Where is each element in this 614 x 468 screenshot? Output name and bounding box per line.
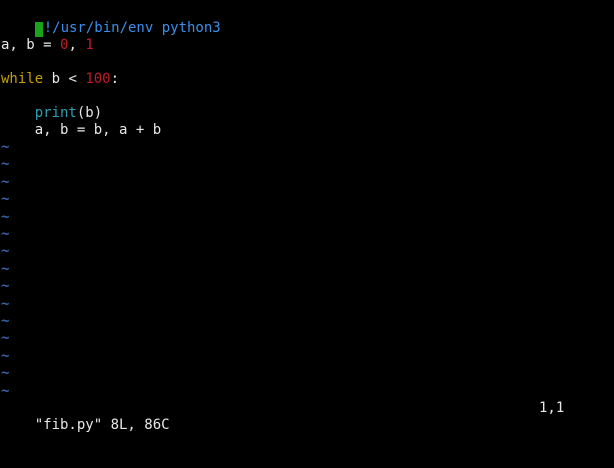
tilde-empty-line: ~ bbox=[1, 174, 10, 190]
tilde-empty-line: ~ bbox=[1, 139, 10, 155]
while-keyword: while bbox=[1, 71, 44, 87]
tilde-empty-line: ~ bbox=[1, 313, 10, 329]
tilde-empty-line: ~ bbox=[1, 330, 10, 346]
tilde-empty-line: ~ bbox=[1, 209, 10, 225]
code-line-1: #!/usr/bin/env python3 bbox=[1, 3, 221, 37]
tilde-empty-line: ~ bbox=[1, 243, 10, 259]
shebang-text: !/usr/bin/env python3 bbox=[43, 20, 221, 36]
tilde-empty-line: ~ bbox=[1, 226, 10, 242]
colon-text: : bbox=[110, 71, 120, 87]
tilde-empty-line: ~ bbox=[1, 383, 10, 399]
code-line-8: a, b = b, a + b bbox=[1, 122, 162, 138]
assignment-text: a, b = bbox=[1, 37, 61, 53]
tilde-empty-line: ~ bbox=[1, 156, 10, 172]
code-line-3: a, b = 0, 1 bbox=[1, 37, 94, 54]
number-literal-one: 1 bbox=[85, 37, 94, 53]
number-literal-hundred: 100 bbox=[85, 71, 111, 87]
file-info-message: "fib.py" 8L, 86C bbox=[34, 417, 170, 433]
tilde-empty-line: ~ bbox=[1, 191, 10, 207]
print-args: (b) bbox=[76, 105, 103, 121]
vim-terminal-window[interactable]: #!/usr/bin/env python3 a, b = 0, 1 while… bbox=[0, 0, 614, 433]
tilde-empty-line: ~ bbox=[1, 278, 10, 294]
tilde-empty-line: ~ bbox=[1, 348, 10, 364]
code-line-5: while b < 100: bbox=[1, 71, 119, 88]
condition-text: b < bbox=[43, 71, 86, 87]
tilde-empty-line: ~ bbox=[1, 365, 10, 381]
tilde-empty-line: ~ bbox=[1, 296, 10, 312]
separator-text: , bbox=[68, 37, 86, 53]
tilde-empty-line: ~ bbox=[1, 261, 10, 277]
text-cursor: # bbox=[34, 22, 43, 37]
print-function: print bbox=[34, 105, 77, 121]
code-line-7: print(b) bbox=[1, 105, 102, 122]
